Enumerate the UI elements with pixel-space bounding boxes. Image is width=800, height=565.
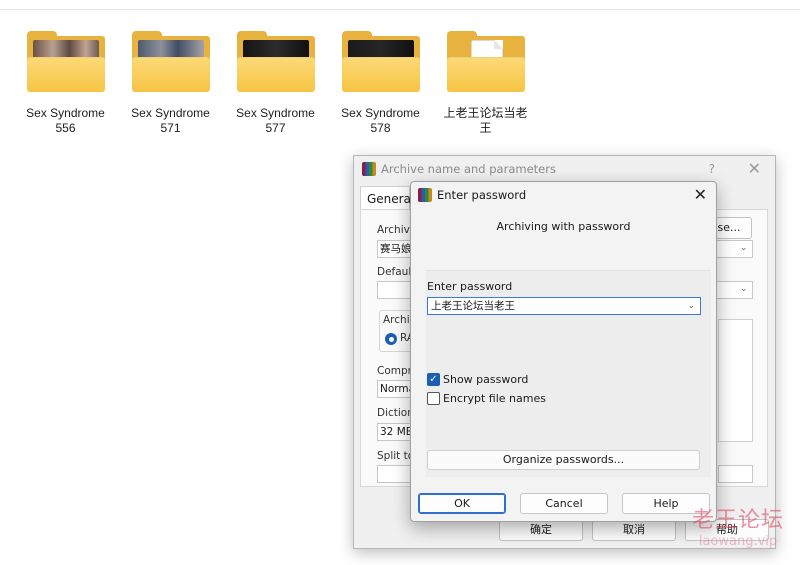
password-dialog-titlebar: Enter password xyxy=(411,182,716,208)
folder-icon xyxy=(341,28,420,92)
password-value: 上老王论坛当老王 xyxy=(431,300,515,312)
archive-ok-button[interactable]: 确定 xyxy=(499,519,583,541)
winrar-icon xyxy=(362,162,376,176)
encrypt-file-names-label: Encrypt file names xyxy=(443,392,546,405)
folder-label: Sex Syndrome 577 xyxy=(236,106,315,135)
password-input[interactable]: 上老王论坛当老王 ⌄ xyxy=(427,297,701,315)
enter-password-label: Enter password xyxy=(427,280,513,293)
folder-icon xyxy=(26,28,105,92)
archive-dialog-title: Archive name and parameters xyxy=(381,162,556,176)
folder-icon xyxy=(236,28,315,92)
ok-button[interactable]: OK xyxy=(418,493,506,514)
password-dialog-title: Enter password xyxy=(437,188,527,202)
password-dialog-heading: Archiving with password xyxy=(496,220,631,233)
watermark-cn: 老王论坛 xyxy=(691,508,784,533)
tab-general[interactable]: General xyxy=(360,186,414,210)
folder-item[interactable]: Sex Syndrome 577 xyxy=(223,28,328,136)
chevron-down-icon[interactable]: ⌄ xyxy=(740,243,748,253)
archive-cancel-button[interactable]: 取消 xyxy=(592,519,676,541)
folder-label: Sex Syndrome 578 xyxy=(341,106,420,135)
split-units-field[interactable] xyxy=(718,465,753,483)
cancel-button[interactable]: Cancel xyxy=(520,493,608,514)
folder-label: Sex Syndrome 571 xyxy=(131,106,210,135)
folder-icon xyxy=(131,28,210,92)
show-password-label: Show password xyxy=(443,373,529,386)
folder-item[interactable]: Sex Syndrome 578 xyxy=(328,28,433,136)
chevron-down-icon[interactable]: ⌄ xyxy=(740,284,748,294)
enter-password-dialog: Enter password ✕ Archiving with password… xyxy=(410,181,717,522)
winrar-icon xyxy=(418,188,432,202)
folder-icon xyxy=(446,28,525,92)
rar-radio[interactable] xyxy=(385,333,397,345)
encrypt-file-names-checkbox[interactable] xyxy=(427,392,440,405)
folder-label: 上老王论坛当老 王 xyxy=(443,106,528,135)
folder-label: Sex Syndrome 556 xyxy=(26,106,105,135)
explorer-top-edge xyxy=(0,0,800,10)
close-icon[interactable]: ✕ xyxy=(748,159,761,178)
archiving-options-box xyxy=(718,319,753,442)
close-icon[interactable]: ✕ xyxy=(694,185,707,204)
chevron-down-icon[interactable]: ⌄ xyxy=(687,298,695,314)
folder-item[interactable]: Sex Syndrome 571 xyxy=(118,28,223,136)
folder-item[interactable]: 上老王论坛当老 王 xyxy=(433,28,538,136)
show-password-checkbox[interactable]: ✓ xyxy=(427,373,440,386)
organize-passwords-button[interactable]: Organize passwords... xyxy=(427,450,700,470)
help-icon[interactable]: ? xyxy=(709,162,715,176)
watermark-en: laowang.vip xyxy=(698,534,778,549)
folder-item[interactable]: Sex Syndrome 556 xyxy=(13,28,118,136)
split-volumes-label: Split to xyxy=(377,450,415,462)
watermark: 老王论坛 laowang.vip xyxy=(683,508,793,550)
